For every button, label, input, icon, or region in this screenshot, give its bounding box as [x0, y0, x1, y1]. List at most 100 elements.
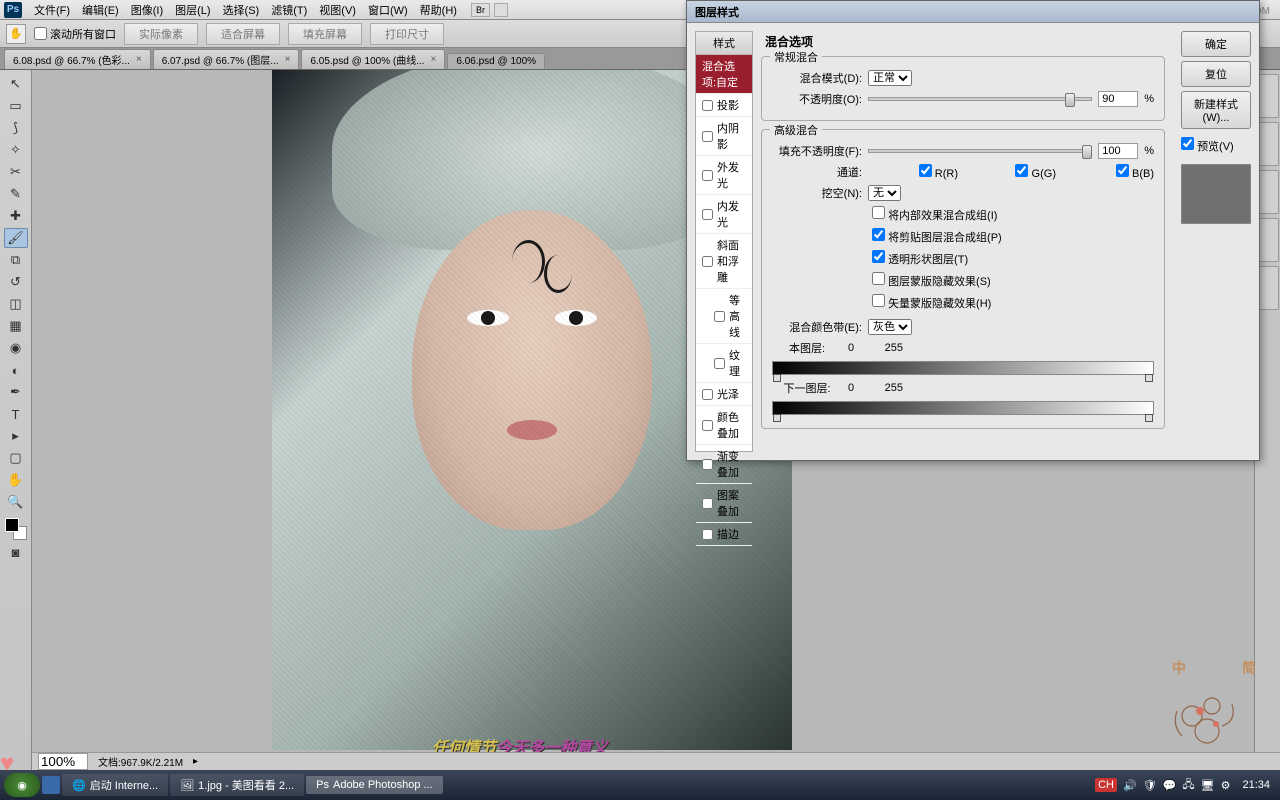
- this-layer-gradient[interactable]: [772, 361, 1154, 375]
- move-tool-icon[interactable]: ↖: [4, 74, 28, 94]
- cb-layer-mask[interactable]: 图层蒙版隐藏效果(S): [872, 272, 991, 289]
- print-size-button[interactable]: 打印尺寸: [370, 23, 444, 45]
- fit-screen-button[interactable]: 适合屏幕: [206, 23, 280, 45]
- quick-launch-icon[interactable]: [42, 776, 60, 794]
- taskbar-item-photoshop[interactable]: Ps Adobe Photoshop ...: [306, 776, 443, 794]
- styles-header[interactable]: 样式: [696, 32, 752, 55]
- document-tab[interactable]: 6.06.psd @ 100%: [447, 53, 545, 69]
- brush-tool-icon[interactable]: 🖌: [4, 228, 28, 248]
- hand-tool-icon[interactable]: ✋: [6, 24, 26, 44]
- heal-tool-icon[interactable]: ✚: [4, 206, 28, 226]
- under-layer-gradient[interactable]: [772, 401, 1154, 415]
- texture-item[interactable]: 纹理: [696, 344, 752, 383]
- scroll-all-checkbox[interactable]: 滚动所有窗口: [34, 26, 116, 42]
- cb-clip-layers[interactable]: 将剪贴图层混合成组(P): [872, 228, 1002, 245]
- stamp-tool-icon[interactable]: ⧉: [4, 250, 28, 270]
- blur-tool-icon[interactable]: ◉: [4, 338, 28, 358]
- document-tab[interactable]: 6.08.psd @ 66.7% (色彩...×: [4, 49, 151, 69]
- inner-glow-item[interactable]: 内发光: [696, 195, 752, 234]
- bridge-button[interactable]: Br: [471, 3, 490, 17]
- wand-tool-icon[interactable]: ✧: [4, 140, 28, 160]
- history-brush-icon[interactable]: ↺: [4, 272, 28, 292]
- stroke-item[interactable]: 描边: [696, 523, 752, 546]
- cancel-button[interactable]: 复位: [1181, 61, 1251, 87]
- menu-filter[interactable]: 滤镜(T): [265, 0, 313, 20]
- blend-mode-select[interactable]: 正常: [868, 70, 912, 86]
- menu-edit[interactable]: 编辑(E): [76, 0, 125, 20]
- close-icon[interactable]: ×: [285, 54, 291, 65]
- blend-if-select[interactable]: 灰色: [868, 319, 912, 335]
- channel-b[interactable]: B(B): [1064, 164, 1154, 180]
- hand-tool-icon[interactable]: ✋: [4, 470, 28, 490]
- menu-layer[interactable]: 图层(L): [169, 0, 216, 20]
- eraser-tool-icon[interactable]: ◫: [4, 294, 28, 314]
- menu-help[interactable]: 帮助(H): [414, 0, 463, 20]
- channel-g[interactable]: G(G): [966, 164, 1056, 180]
- taskbar-item-viewer[interactable]: 🖼 1.jpg - 美图看看 2...: [170, 774, 304, 796]
- pattern-overlay-item[interactable]: 图案叠加: [696, 484, 752, 523]
- zoom-input[interactable]: [38, 753, 88, 770]
- cb-inner-effects[interactable]: 将内部效果混合成组(I): [872, 206, 997, 223]
- opacity-slider[interactable]: [868, 97, 1092, 101]
- color-swatch[interactable]: [5, 518, 27, 540]
- fill-opacity-input[interactable]: [1098, 143, 1138, 159]
- fill-screen-button[interactable]: 填充屏幕: [288, 23, 362, 45]
- clock[interactable]: 21:34: [1236, 779, 1276, 791]
- gradient-overlay-item[interactable]: 渐变叠加: [696, 445, 752, 484]
- quickmask-icon[interactable]: ◙: [4, 542, 28, 562]
- panel-title: 混合选项: [765, 33, 1165, 50]
- eyedropper-tool-icon[interactable]: ✎: [4, 184, 28, 204]
- cb-vector-mask[interactable]: 矢量蒙版隐藏效果(H): [872, 294, 991, 311]
- chevron-right-icon[interactable]: ▸: [193, 756, 198, 767]
- shape-tool-icon[interactable]: ▢: [4, 448, 28, 468]
- cb-transparency[interactable]: 透明形状图层(T): [872, 250, 968, 267]
- outer-glow-item[interactable]: 外发光: [696, 156, 752, 195]
- lasso-tool-icon[interactable]: ⟆: [4, 118, 28, 138]
- tray-icon[interactable]: 💬: [1163, 779, 1177, 792]
- tray-icon[interactable]: 🔊: [1123, 779, 1137, 792]
- channel-r[interactable]: R(R): [868, 164, 958, 180]
- tray-icon[interactable]: ⚙: [1221, 779, 1231, 792]
- inner-shadow-item[interactable]: 内阴影: [696, 117, 752, 156]
- ime-indicator[interactable]: CH: [1095, 778, 1117, 792]
- color-overlay-item[interactable]: 颜色叠加: [696, 406, 752, 445]
- fill-opacity-slider[interactable]: [868, 149, 1092, 153]
- new-style-button[interactable]: 新建样式(W)...: [1181, 91, 1251, 129]
- fill-opacity-label: 填充不透明度(F):: [772, 143, 862, 159]
- opacity-input[interactable]: [1098, 91, 1138, 107]
- dialog-title[interactable]: 图层样式: [687, 1, 1259, 23]
- tray-icon[interactable]: 🖥: [1201, 779, 1215, 792]
- document-tab[interactable]: 6.07.psd @ 66.7% (图层...×: [153, 49, 300, 69]
- tray-icon[interactable]: 🖧: [1182, 776, 1194, 795]
- close-icon[interactable]: ×: [136, 54, 142, 65]
- menu-window[interactable]: 窗口(W): [362, 0, 414, 20]
- contour-item[interactable]: 等高线: [696, 289, 752, 344]
- document-tab[interactable]: 6.05.psd @ 100% (曲线...×: [301, 49, 445, 69]
- taskbar-item-ie[interactable]: 🌐 启动 Interne...: [62, 774, 168, 796]
- menu-view[interactable]: 视图(V): [313, 0, 362, 20]
- dodge-tool-icon[interactable]: ◐: [4, 360, 28, 380]
- gradient-tool-icon[interactable]: ▦: [4, 316, 28, 336]
- drop-shadow-item[interactable]: 投影: [696, 94, 752, 117]
- tray-icon[interactable]: 🛡: [1143, 779, 1157, 792]
- satin-item[interactable]: 光泽: [696, 383, 752, 406]
- blend-options-item[interactable]: 混合选项:自定: [696, 55, 752, 94]
- knockout-select[interactable]: 无: [868, 185, 901, 201]
- menu-file[interactable]: 文件(F): [28, 0, 76, 20]
- marquee-tool-icon[interactable]: ▭: [4, 96, 28, 116]
- path-tool-icon[interactable]: ▸: [4, 426, 28, 446]
- desktop-widget: 中 简: [1152, 658, 1262, 758]
- workspace-icon[interactable]: [494, 3, 508, 17]
- close-icon[interactable]: ×: [431, 54, 437, 65]
- pen-tool-icon[interactable]: ✒: [4, 382, 28, 402]
- type-tool-icon[interactable]: T: [4, 404, 28, 424]
- actual-pixels-button[interactable]: 实际像素: [124, 23, 198, 45]
- menu-select[interactable]: 选择(S): [217, 0, 266, 20]
- bevel-item[interactable]: 斜面和浮雕: [696, 234, 752, 289]
- preview-checkbox[interactable]: 预览(V): [1181, 137, 1251, 154]
- ok-button[interactable]: 确定: [1181, 31, 1251, 57]
- zoom-tool-icon[interactable]: 🔍: [4, 492, 28, 512]
- start-button[interactable]: ◉: [4, 773, 40, 797]
- menu-image[interactable]: 图像(I): [125, 0, 169, 20]
- crop-tool-icon[interactable]: ✂: [4, 162, 28, 182]
